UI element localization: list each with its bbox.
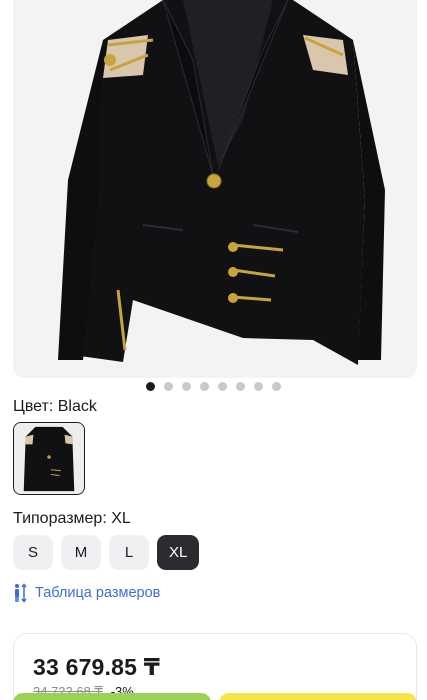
people-size-icon	[15, 583, 27, 603]
add-to-cart-button[interactable]	[219, 693, 417, 700]
gallery-pagination	[0, 382, 427, 391]
size-table-label: Таблица размеров	[35, 585, 161, 601]
size-options: S M L XL	[13, 535, 200, 570]
gallery-dot[interactable]	[272, 382, 281, 391]
gallery-dot[interactable]	[182, 382, 191, 391]
size-option-xl[interactable]: XL	[157, 535, 200, 570]
color-swatch-black[interactable]	[13, 422, 85, 495]
gallery-dot[interactable]	[236, 382, 245, 391]
product-image	[13, 0, 417, 378]
gallery-dot[interactable]	[218, 382, 227, 391]
price-card: 33 679.85 ₸ 34 722.68 ₸ -3%	[13, 633, 417, 700]
size-table-link[interactable]: Таблица размеров	[13, 583, 160, 603]
gallery-dot[interactable]	[200, 382, 209, 391]
size-option-m[interactable]: M	[61, 535, 101, 570]
current-price: 33 679.85 ₸	[33, 654, 160, 680]
size-label: Типоразмер: XL	[13, 510, 131, 527]
size-option-l[interactable]: L	[109, 535, 149, 570]
color-label: Цвет: Black	[13, 398, 97, 415]
gallery-dot[interactable]	[254, 382, 263, 391]
gallery-dot[interactable]	[146, 382, 155, 391]
gallery-dot[interactable]	[164, 382, 173, 391]
buy-button[interactable]	[13, 693, 211, 700]
size-option-s[interactable]: S	[13, 535, 53, 570]
action-buttons	[13, 693, 417, 700]
swatch-thumbnail	[14, 423, 84, 494]
product-image-gallery[interactable]	[13, 0, 417, 378]
